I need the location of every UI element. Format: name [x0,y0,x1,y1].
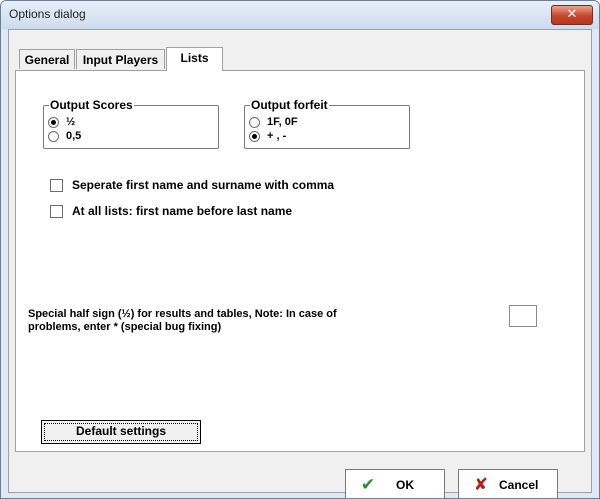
cancel-label: Cancel [499,478,539,492]
tab-input-players[interactable]: Input Players [76,49,165,69]
radio-indicator [249,116,260,128]
cancel-button[interactable]: ✘ Cancel [458,469,558,498]
half-sign-input[interactable] [509,305,537,327]
options-dialog-window: Options dialog ✕ General Input Players L… [0,0,600,499]
tab-general-label: General [24,53,70,67]
title-bar[interactable]: Options dialog ✕ [1,1,599,29]
lists-tab-panel: Output Scores ½ 0,5 Output forfeit 1F, 0… [15,70,585,452]
half-sign-note: Special half sign (½) for results and ta… [28,308,337,333]
window-title: Options dialog [9,7,86,21]
checkbox-box [50,178,63,192]
cross-icon: ✘ [473,475,489,495]
radio-forfeit-1f0f[interactable]: 1F, 0F [249,115,298,129]
radio-forfeit-plus-minus[interactable]: + , - [249,129,286,143]
radio-indicator [48,116,59,128]
tab-input-players-label: Input Players [82,53,159,67]
close-icon: ✕ [566,7,578,22]
output-forfeit-legend: Output forfeit [250,98,329,112]
radio-indicator [249,130,260,142]
output-scores-legend: Output Scores [49,98,134,112]
checkbox-box [50,204,63,218]
output-forfeit-group: Output forfeit 1F, 0F + , - [244,98,410,149]
radio-score-decimal-label: 0,5 [66,130,82,142]
radio-score-decimal[interactable]: 0,5 [48,129,81,143]
radio-score-half[interactable]: ½ [48,115,75,129]
checkbox-separate-comma[interactable]: Seperate first name and surname with com… [50,177,334,193]
checkbox-separate-comma-label: Seperate first name and surname with com… [72,178,335,192]
radio-score-half-label: ½ [66,116,76,128]
focus-rect [44,423,198,441]
checkmark-icon: ✔ [360,475,376,495]
ok-button[interactable]: ✔ OK [345,469,445,498]
tab-lists-label: Lists [180,51,209,65]
output-scores-group: Output Scores ½ 0,5 [43,98,219,149]
radio-forfeit-plus-minus-label: + , - [267,130,287,142]
checkbox-first-name-before-last-label: At all lists: first name before last nam… [72,204,293,218]
default-settings-button[interactable]: Default settings [41,420,201,444]
radio-indicator [48,130,59,142]
radio-forfeit-1f0f-label: 1F, 0F [267,116,298,128]
tab-lists[interactable]: Lists [166,47,223,71]
dialog-body: General Input Players Lists Output Score… [8,29,592,493]
tab-general[interactable]: General [19,49,75,69]
checkbox-first-name-before-last[interactable]: At all lists: first name before last nam… [50,203,292,219]
ok-label: OK [396,478,414,492]
close-button[interactable]: ✕ [551,5,593,25]
